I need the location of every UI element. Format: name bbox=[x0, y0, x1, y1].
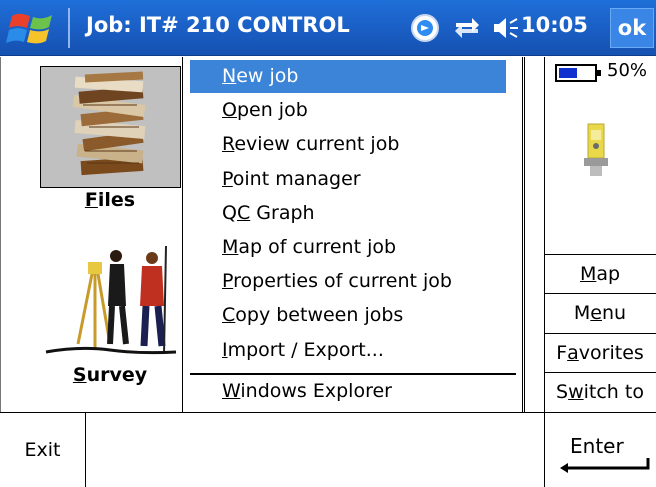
ok-button[interactable]: ok bbox=[610, 8, 654, 48]
total-station-icon bbox=[578, 118, 614, 182]
exit-button[interactable]: Exit bbox=[0, 413, 86, 487]
window-title: Job: IT# 210 CONTROL bbox=[86, 13, 350, 37]
menu-item-map-of-current-job[interactable]: Map of current job bbox=[190, 231, 506, 264]
windows-flag-icon[interactable] bbox=[6, 6, 58, 50]
volume-icon[interactable] bbox=[490, 15, 520, 41]
menu-item-properties-of-current-job[interactable]: Properties of current job bbox=[190, 265, 506, 298]
menu-item-open-job[interactable]: Open job bbox=[190, 94, 506, 127]
menu-item-review-current-job[interactable]: Review current job bbox=[190, 128, 506, 161]
favorites-button[interactable]: Fa vorites bbox=[544, 333, 656, 372]
files-stack-icon bbox=[72, 71, 146, 176]
enter-key-icon bbox=[560, 458, 652, 474]
title-separator bbox=[68, 8, 70, 48]
menu-item-point-manager[interactable]: Point manager bbox=[190, 163, 506, 196]
enter-label: Enter bbox=[570, 434, 624, 458]
battery-percent: 50% bbox=[607, 60, 648, 81]
menu-item-import-export[interactable]: Import / Export... bbox=[190, 334, 506, 367]
survey-icon[interactable] bbox=[40, 244, 180, 362]
menu-divider bbox=[522, 57, 523, 413]
clock[interactable]: 10:05 bbox=[521, 13, 588, 37]
menu-separator bbox=[190, 373, 516, 375]
map-button[interactable]: Map bbox=[544, 254, 656, 293]
connectivity-icon[interactable] bbox=[452, 15, 482, 41]
menu-item-copy-between-jobs[interactable]: Copy between jobs bbox=[190, 299, 506, 332]
menu-button[interactable]: Me nu bbox=[544, 293, 656, 332]
switch-to-button[interactable]: Sw itch to bbox=[544, 372, 656, 411]
files-label[interactable]: Files bbox=[60, 189, 160, 211]
menu-item-windows-explorer[interactable]: Windows Explorer bbox=[190, 375, 506, 408]
battery-icon bbox=[555, 62, 603, 84]
menu-item-new-job[interactable]: New job bbox=[190, 60, 506, 93]
files-tile[interactable] bbox=[40, 66, 181, 188]
menu-item-qc-graph[interactable]: QC Graph bbox=[190, 197, 506, 230]
survey-label[interactable]: Survey bbox=[50, 364, 170, 386]
gps-icon[interactable] bbox=[410, 13, 440, 43]
